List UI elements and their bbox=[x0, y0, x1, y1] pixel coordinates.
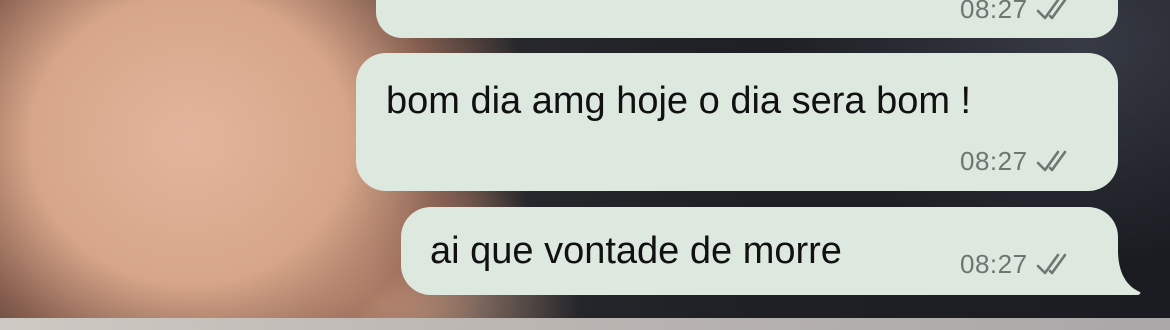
message-bubble[interactable]: bom dia amg hoje o dia sera bom ! 08:27 bbox=[356, 53, 1118, 191]
double-check-icon bbox=[1036, 0, 1066, 20]
message-meta: 08:27 bbox=[960, 249, 1072, 279]
bottom-bar bbox=[0, 318, 1170, 330]
message-time: 08:27 bbox=[960, 145, 1028, 176]
bubble-tail bbox=[1104, 250, 1141, 295]
message-bubble[interactable]: 08:27 bbox=[376, 0, 1118, 38]
double-check-icon bbox=[1036, 150, 1066, 172]
message-meta: 08:27 bbox=[960, 0, 1072, 24]
double-check-icon bbox=[1036, 253, 1066, 275]
message-meta: 08:27 bbox=[960, 146, 1072, 176]
message-bubble[interactable]: ai que vontade de morre 08:27 bbox=[401, 207, 1118, 295]
message-time: 08:27 bbox=[960, 248, 1028, 279]
message-text: ai que vontade de morre bbox=[430, 230, 842, 272]
message-time: 08:27 bbox=[960, 0, 1028, 24]
message-text: bom dia amg hoje o dia sera bom ! bbox=[386, 80, 972, 122]
